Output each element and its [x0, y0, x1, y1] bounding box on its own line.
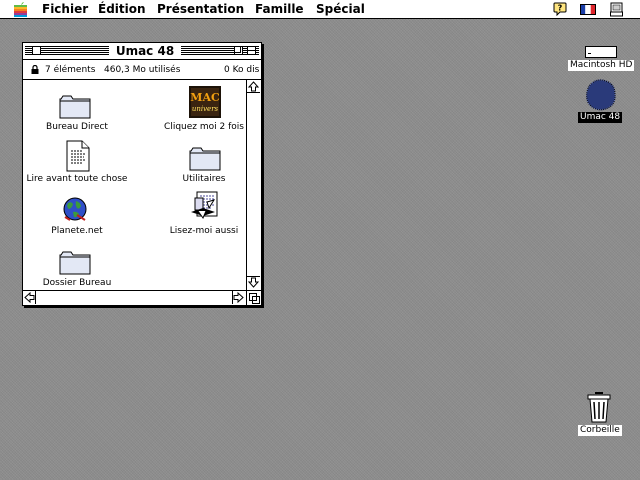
document-icon: [66, 140, 90, 172]
item-label: Lisez-moi aussi: [169, 226, 239, 236]
trash-label[interactable]: Corbeille: [578, 425, 622, 436]
macintosh-hd-label[interactable]: Macintosh HD: [568, 60, 635, 71]
resize-box[interactable]: [246, 290, 261, 305]
menu-fichier[interactable]: Fichier: [42, 2, 88, 16]
apple-menu-icon[interactable]: [14, 2, 28, 17]
help-icon[interactable]: ?: [553, 2, 567, 16]
folder-icon: [189, 147, 221, 171]
finder-window[interactable]: Umac 48 7 éléments 460,3 Mo utilisés 0 K…: [22, 42, 262, 306]
item-label: Bureau Direct: [46, 122, 108, 132]
item-bureau-direct[interactable]: Bureau Direct: [23, 80, 132, 132]
menu-presentation[interactable]: Présentation: [157, 2, 244, 16]
scroll-left-arrow-icon[interactable]: [23, 291, 36, 304]
item-planete-net[interactable]: Planete.net: [23, 184, 132, 236]
folder-icon: [59, 251, 91, 275]
item-cliquez-moi[interactable]: MAC univers Cliquez moi 2 fois: [149, 80, 247, 132]
mac-univers-icon: MAC univers: [189, 86, 221, 118]
scroll-down-arrow-icon[interactable]: [247, 276, 260, 289]
zoom-box[interactable]: [234, 46, 243, 55]
logo-mac: MAC: [190, 91, 220, 104]
logo-univers: univers: [192, 105, 219, 113]
item-lisez-moi[interactable]: Lisez-moi aussi: [149, 184, 247, 236]
menu-bar: Fichier Édition Présentation Famille Spé…: [0, 0, 640, 19]
disk-free: 0 Ko dis: [224, 65, 260, 75]
horizontal-scrollbar[interactable]: [23, 290, 247, 305]
french-flag-icon[interactable]: [580, 4, 596, 15]
item-label: Planete.net: [51, 226, 103, 236]
collapse-box[interactable]: [247, 46, 256, 55]
scroll-right-arrow-icon[interactable]: [232, 291, 245, 304]
menu-edition[interactable]: Édition: [98, 2, 146, 16]
scroll-up-arrow-icon[interactable]: [247, 80, 260, 93]
item-label: Cliquez moi 2 fois: [164, 122, 244, 132]
globe-icon: [63, 197, 87, 221]
window-title: Umac 48: [115, 44, 175, 58]
lock-icon: [31, 65, 39, 74]
item-label: Dossier Bureau: [42, 278, 112, 288]
finder-application-icon[interactable]: [610, 2, 623, 17]
item-label: Utilitaires: [182, 174, 226, 184]
hard-disk-icon[interactable]: [585, 44, 617, 60]
svg-text:?: ?: [558, 4, 563, 13]
folder-icon: [59, 95, 91, 119]
item-count: 7 éléments: [45, 65, 96, 75]
close-box[interactable]: [32, 46, 41, 55]
trash-icon[interactable]: [586, 390, 612, 424]
window-info-bar: 7 éléments 460,3 Mo utilisés 0 Ko dis: [23, 60, 261, 80]
menu-famille[interactable]: Famille: [255, 2, 304, 16]
item-dossier-bureau[interactable]: Dossier Bureau: [23, 236, 132, 288]
disk-icon[interactable]: [584, 78, 618, 112]
menu-special[interactable]: Spécial: [316, 2, 365, 16]
item-label: Lire avant toute chose: [26, 174, 128, 184]
window-content: Bureau Direct MAC univers Cliquez moi 2 …: [23, 80, 247, 291]
disk-used: 460,3 Mo utilisés: [104, 65, 181, 75]
item-utilitaires[interactable]: Utilitaires: [149, 132, 247, 184]
readme-icon: [191, 191, 218, 220]
item-lire-avant[interactable]: Lire avant toute chose: [23, 132, 132, 184]
vertical-scrollbar[interactable]: [246, 80, 261, 291]
umac-48-label[interactable]: Umac 48: [578, 112, 623, 123]
